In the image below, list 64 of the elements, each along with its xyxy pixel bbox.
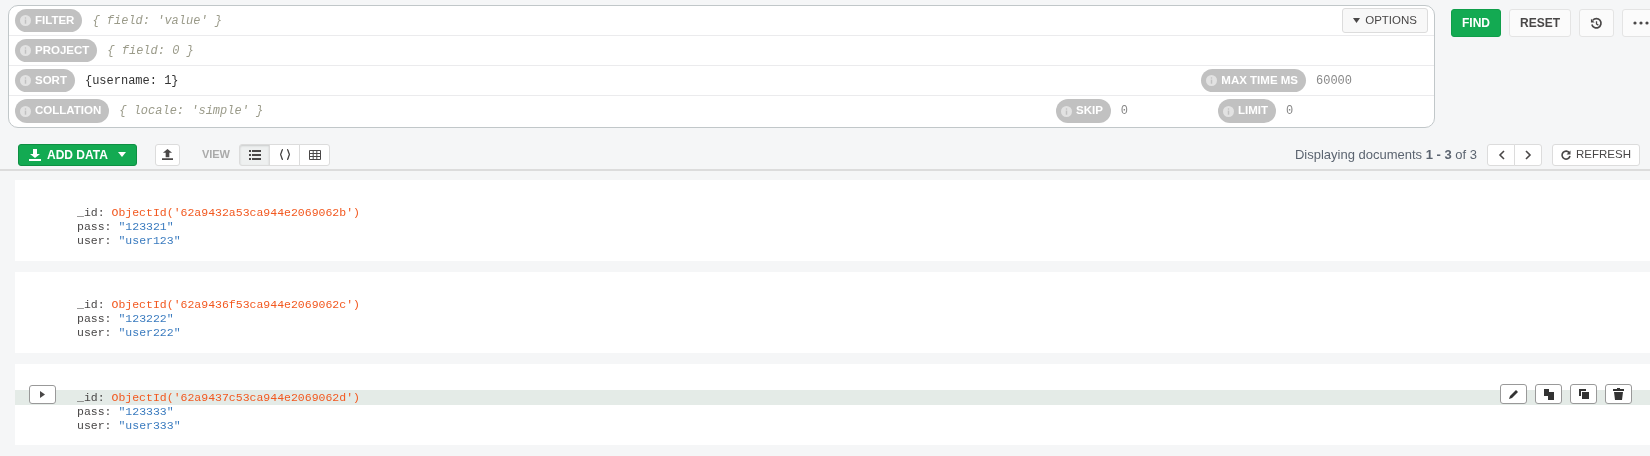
query-input[interactable]: { locale: 'simple' } bbox=[109, 102, 410, 120]
upload-icon bbox=[161, 149, 173, 160]
refresh-icon bbox=[1561, 149, 1572, 160]
view-toggle[interactable] bbox=[299, 143, 330, 166]
document-count: Displaying documents 1 - 3 of 3 bbox=[1294, 145, 1478, 164]
caret-icon bbox=[117, 152, 126, 157]
view-label: VIEW bbox=[201, 147, 230, 163]
option-label: FILTER bbox=[35, 12, 75, 28]
trash-icon bbox=[1613, 388, 1624, 400]
reset-button[interactable]: RESET bbox=[1509, 9, 1571, 37]
export-button[interactable] bbox=[154, 143, 180, 166]
info-icon bbox=[20, 75, 31, 86]
document-field: user: "user222" bbox=[15, 326, 1650, 340]
option-label: LIMIT bbox=[1238, 103, 1269, 119]
pencil-icon bbox=[1507, 388, 1520, 400]
next-page-button[interactable] bbox=[1514, 143, 1543, 166]
braces-icon bbox=[278, 149, 291, 160]
document-field: _id: ObjectId('62a9432a53ca944e2069062b') bbox=[15, 206, 1650, 220]
download-icon bbox=[29, 148, 41, 161]
options-button[interactable]: OPTIONS bbox=[1342, 7, 1428, 34]
history-button[interactable] bbox=[1579, 9, 1614, 37]
query-input[interactable]: 0 bbox=[1276, 102, 1317, 120]
previous-page-button[interactable] bbox=[1487, 143, 1516, 166]
query-input[interactable]: 60000 bbox=[1306, 71, 1366, 90]
info-icon bbox=[20, 15, 31, 26]
document-field: _id: ObjectId('62a9436f53ca944e2069062c') bbox=[15, 298, 1650, 312]
clone-icon bbox=[1577, 388, 1590, 400]
table-icon bbox=[308, 149, 321, 160]
document-field: _id: ObjectId('62a9437c53ca944e2069062d') bbox=[15, 390, 1650, 405]
clone-button[interactable] bbox=[1570, 384, 1597, 404]
copy-icon bbox=[1542, 388, 1555, 400]
option-label: PROJECT bbox=[35, 42, 90, 58]
caret-icon bbox=[1353, 18, 1361, 23]
document-field: pass: "123321" bbox=[15, 220, 1650, 234]
delete-button[interactable] bbox=[1605, 384, 1632, 404]
option-label: MAX TIME MS bbox=[1221, 72, 1298, 88]
document-field: user: "user123" bbox=[15, 234, 1650, 248]
refresh-button[interactable]: REFRESH bbox=[1552, 143, 1640, 166]
query-input[interactable]: {username: 1} bbox=[74, 71, 375, 90]
edit-button[interactable] bbox=[1500, 384, 1527, 404]
expand-button[interactable] bbox=[29, 385, 56, 404]
copy-button[interactable] bbox=[1535, 384, 1562, 404]
list-icon bbox=[248, 149, 261, 160]
option-label: SORT bbox=[35, 72, 67, 88]
info-icon bbox=[20, 105, 31, 117]
view-toggle[interactable] bbox=[239, 143, 270, 166]
query-input[interactable]: { field: 0 } bbox=[97, 41, 398, 60]
info-icon bbox=[1223, 105, 1234, 117]
info-icon bbox=[1061, 105, 1072, 117]
document-field: pass: "123222" bbox=[15, 312, 1650, 326]
option-label: SKIP bbox=[1076, 103, 1103, 119]
caret-icon bbox=[40, 391, 45, 398]
query-input[interactable]: 0 bbox=[1110, 102, 1151, 120]
chevron-left-icon bbox=[1497, 149, 1505, 160]
option-label: COLLATION bbox=[35, 103, 102, 119]
info-icon bbox=[20, 45, 31, 56]
view-toggle[interactable] bbox=[269, 143, 300, 166]
history-icon bbox=[1590, 16, 1603, 30]
document-field: pass: "123333" bbox=[15, 405, 1650, 419]
info-icon bbox=[1206, 75, 1218, 86]
chevron-right-icon bbox=[1524, 149, 1532, 160]
query-input[interactable]: { field: 'value' } bbox=[82, 11, 383, 30]
more-icon bbox=[1633, 21, 1649, 25]
document-field: user: "user333" bbox=[15, 419, 1650, 433]
